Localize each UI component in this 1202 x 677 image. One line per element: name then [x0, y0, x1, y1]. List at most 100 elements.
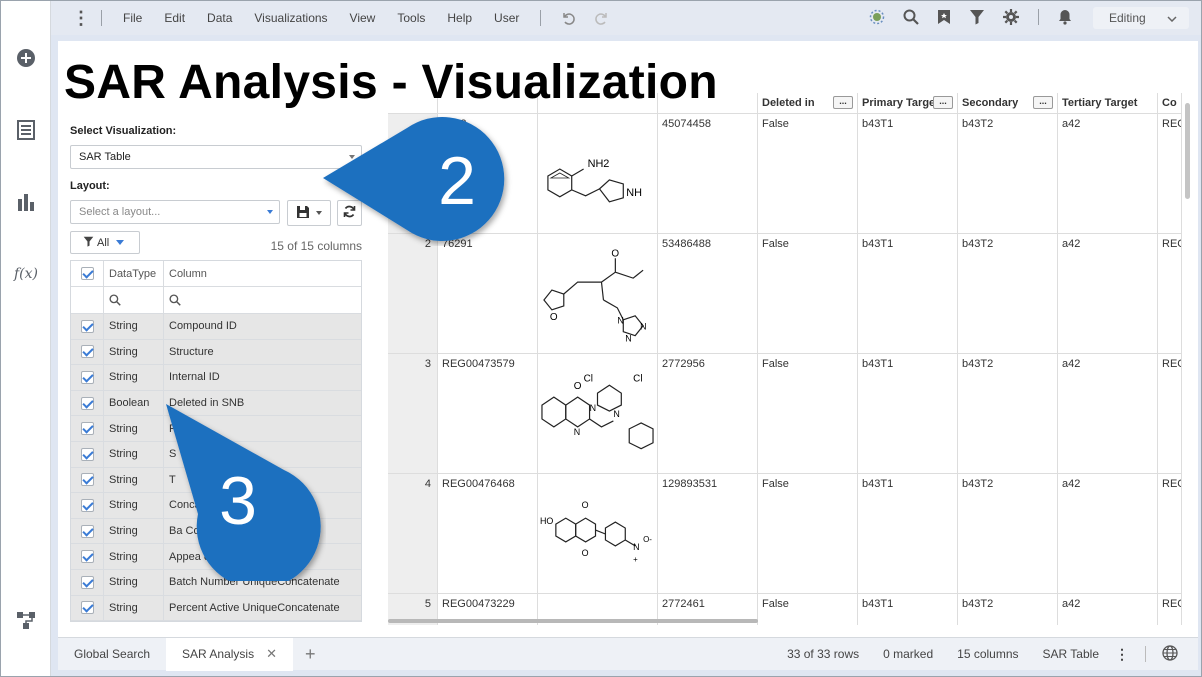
column-checkbox[interactable] [71, 544, 104, 569]
co-cell[interactable]: REC [1158, 234, 1182, 353]
structure-cell[interactable]: OONNN [538, 234, 658, 353]
add-tab-button[interactable]: + [293, 644, 328, 665]
deleted-cell[interactable]: False [758, 354, 858, 473]
close-icon[interactable]: ✕ [266, 646, 277, 662]
column-checkbox[interactable] [71, 518, 104, 544]
column-row[interactable]: String S [71, 441, 361, 468]
secondary-target-cell[interactable]: b43T2 [958, 354, 1058, 473]
tertiary-target-cell[interactable]: a42 [1058, 354, 1158, 473]
column-checkbox[interactable] [71, 595, 104, 621]
hierarchy-icon[interactable] [14, 608, 38, 632]
co-cell[interactable]: REC [1158, 594, 1182, 625]
structure-cell[interactable]: NH2 NH [538, 114, 658, 233]
primary-target-cell[interactable]: b43T1 [858, 234, 958, 353]
compound-id-cell[interactable]: 76291 [438, 234, 538, 353]
primary-target-cell[interactable]: b43T1 [858, 594, 958, 625]
column-row[interactable]: String Focus [71, 416, 361, 442]
menu-view[interactable]: View [339, 11, 387, 25]
redo-icon[interactable] [594, 10, 610, 26]
header-secondary-target[interactable]: Secondary... [958, 93, 1058, 113]
menu-file[interactable]: File [112, 11, 153, 25]
column-row[interactable]: String Batch Number UniqueConcatenate [71, 569, 361, 596]
menu-visualizations[interactable]: Visualizations [243, 11, 338, 25]
column-search-field[interactable] [164, 287, 361, 313]
column-row[interactable]: String T [71, 467, 361, 494]
compound-id-cell[interactable]: REG00473579 [438, 354, 538, 473]
secondary-target-cell[interactable]: b43T2 [958, 474, 1058, 593]
internal-id-cell[interactable]: 45074458 [658, 114, 758, 233]
column-checkbox[interactable] [71, 339, 104, 365]
tertiary-target-cell[interactable]: a42 [1058, 594, 1158, 625]
bookmark-icon[interactable] [937, 9, 951, 25]
structure-cell[interactable]: O HO O N O- + [538, 474, 658, 593]
header-co[interactable]: Co [1158, 93, 1182, 113]
gear-icon[interactable] [1003, 9, 1019, 25]
internal-id-cell[interactable]: 129893531 [658, 474, 758, 593]
compound-id-cell[interactable]: REG00476468 [438, 474, 538, 593]
internal-id-cell[interactable]: 53486488 [658, 234, 758, 353]
deleted-cell[interactable]: False [758, 594, 858, 625]
co-cell[interactable]: REC [1158, 114, 1182, 233]
tab-global-search[interactable]: Global Search [58, 638, 166, 671]
datatype-search-field[interactable] [104, 287, 164, 313]
primary-target-cell[interactable]: b43T1 [858, 474, 958, 593]
tertiary-target-cell[interactable]: a42 [1058, 474, 1158, 593]
fx-icon[interactable]: f(x) [14, 262, 38, 286]
ai-recommendations-icon[interactable] [869, 9, 885, 25]
co-cell[interactable]: REC [1158, 474, 1182, 593]
column-row[interactable]: String Percent Active UniqueConcatenate [71, 595, 361, 622]
notifications-bell-icon[interactable] [1058, 9, 1072, 25]
layout-select[interactable]: Select a layout... [70, 200, 280, 224]
column-checkbox[interactable] [71, 467, 104, 493]
datatype-header[interactable]: DataType [104, 261, 164, 286]
column-checkbox[interactable] [71, 390, 104, 416]
vertical-scrollbar[interactable] [1185, 103, 1190, 199]
column-row[interactable]: String Appea concatenate [71, 544, 361, 570]
save-layout-button[interactable] [287, 200, 331, 226]
undo-icon[interactable] [560, 10, 576, 26]
deleted-cell[interactable]: False [758, 114, 858, 233]
sar-table-row[interactable]: 4553 NH2 NH 45074458Falseb43T1b43T2a42REC [388, 113, 1182, 233]
column-menu-button[interactable]: ... [833, 96, 853, 109]
column-checkbox[interactable] [71, 441, 104, 467]
search-icon[interactable] [903, 9, 919, 25]
column-menu-button[interactable]: ... [933, 96, 953, 109]
menu-data[interactable]: Data [196, 11, 243, 25]
select-all-checkbox[interactable] [71, 261, 104, 286]
more-icon[interactable]: ⋮ [1115, 646, 1129, 663]
filter-icon[interactable] [969, 9, 985, 25]
primary-target-cell[interactable]: b43T1 [858, 114, 958, 233]
column-checkbox[interactable] [71, 416, 104, 441]
menu-user[interactable]: User [483, 11, 530, 25]
column-filter-dropdown[interactable]: All [70, 231, 140, 254]
compound-id-cell[interactable]: 4553 [438, 114, 538, 233]
more-menu-icon[interactable]: ⋮ [71, 9, 91, 27]
secondary-target-cell[interactable]: b43T2 [958, 594, 1058, 625]
column-header[interactable]: Column [164, 261, 361, 286]
column-checkbox[interactable] [71, 314, 104, 339]
refresh-button[interactable] [337, 200, 362, 226]
menu-tools[interactable]: Tools [386, 11, 436, 25]
deleted-cell[interactable]: False [758, 234, 858, 353]
column-row[interactable]: String Internal ID [71, 365, 361, 391]
data-table-icon[interactable] [14, 118, 38, 142]
menu-edit[interactable]: Edit [153, 11, 196, 25]
column-checkbox[interactable] [71, 569, 104, 595]
sar-table-row[interactable]: 276291OONNN53486488Falseb43T1b43T2a42REC [388, 233, 1182, 353]
deleted-cell[interactable]: False [758, 474, 858, 593]
tab-sar-analysis[interactable]: SAR Analysis ✕ [166, 637, 293, 671]
column-row[interactable]: String Structure [71, 339, 361, 366]
header-tertiary-target[interactable]: Tertiary Target [1058, 93, 1158, 113]
internal-id-cell[interactable]: 2772956 [658, 354, 758, 473]
bar-chart-icon[interactable] [14, 190, 38, 214]
visualization-select[interactable]: SAR Table [70, 145, 362, 169]
horizontal-scrollbar[interactable] [388, 619, 758, 623]
header-deleted-in-snb[interactable]: Deleted in... [758, 93, 858, 113]
column-menu-button[interactable]: ... [1033, 96, 1053, 109]
sar-table-row[interactable]: 3 REG00473579 O N N Cl Cl N 2772956 False b43T1 b43… [388, 353, 1182, 473]
header-primary-target[interactable]: Primary Targe... [858, 93, 958, 113]
column-row[interactable]: String Ba Concatenate [71, 518, 361, 545]
primary-target-cell[interactable]: b43T1 [858, 354, 958, 473]
secondary-target-cell[interactable]: b43T2 [958, 234, 1058, 353]
secondary-target-cell[interactable]: b43T2 [958, 114, 1058, 233]
